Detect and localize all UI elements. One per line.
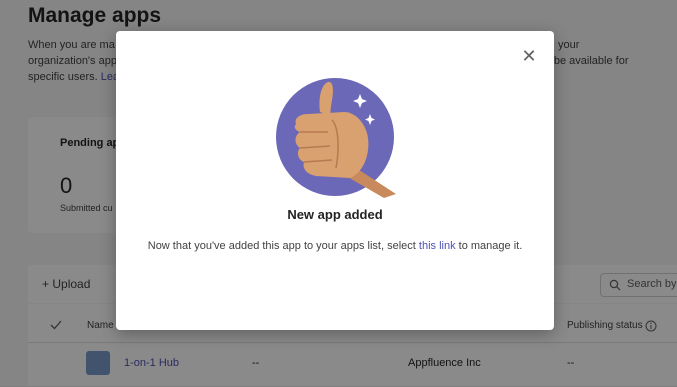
dialog-message-prefix: Now that you've added this app to your a…: [147, 240, 416, 252]
manage-app-link[interactable]: this link: [419, 240, 456, 252]
thumbs-up-icon: [276, 78, 396, 198]
dialog-message-suffix: to manage it.: [458, 240, 523, 252]
dialog-message: Now that you've added this app to your a…: [116, 240, 554, 252]
dialog-title: New app added: [287, 207, 383, 222]
new-app-added-dialog: ✕ New app added Now that you've added th…: [116, 31, 554, 330]
close-icon[interactable]: ✕: [520, 47, 538, 65]
